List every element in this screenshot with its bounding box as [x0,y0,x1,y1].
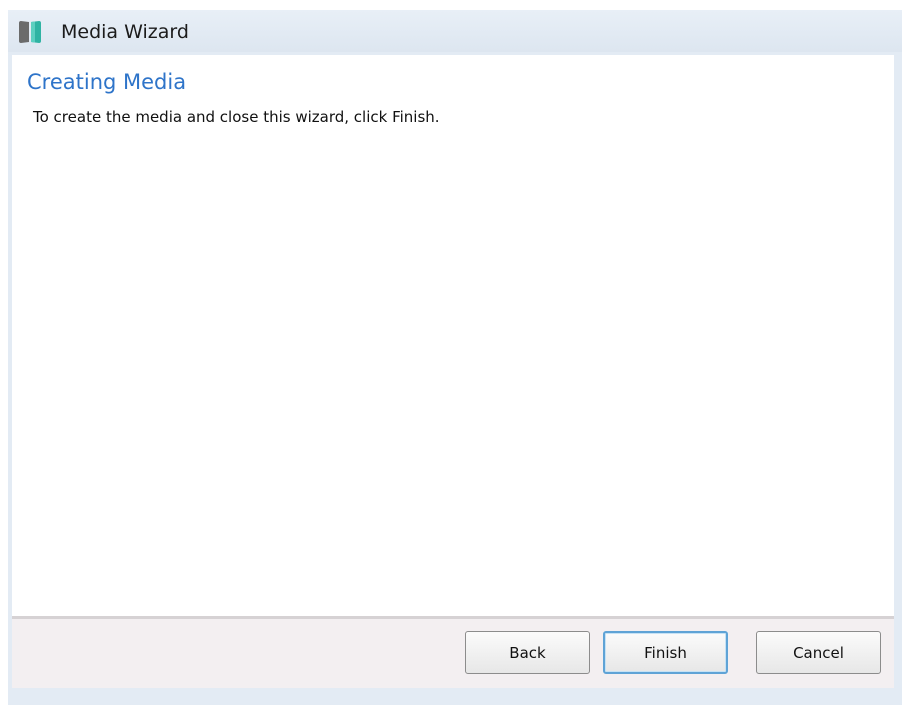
cancel-button[interactable]: Cancel [756,631,881,674]
window-title: Media Wizard [61,21,189,43]
finish-button[interactable]: Finish [603,631,728,674]
page-heading: Creating Media [27,70,187,94]
back-button[interactable]: Back [465,631,590,674]
page-instructions: To create the media and close this wizar… [33,108,440,126]
title-bar[interactable]: Media Wizard [8,10,902,52]
media-wizard-app-icon [17,20,43,44]
wizard-content-panel [12,55,894,616]
